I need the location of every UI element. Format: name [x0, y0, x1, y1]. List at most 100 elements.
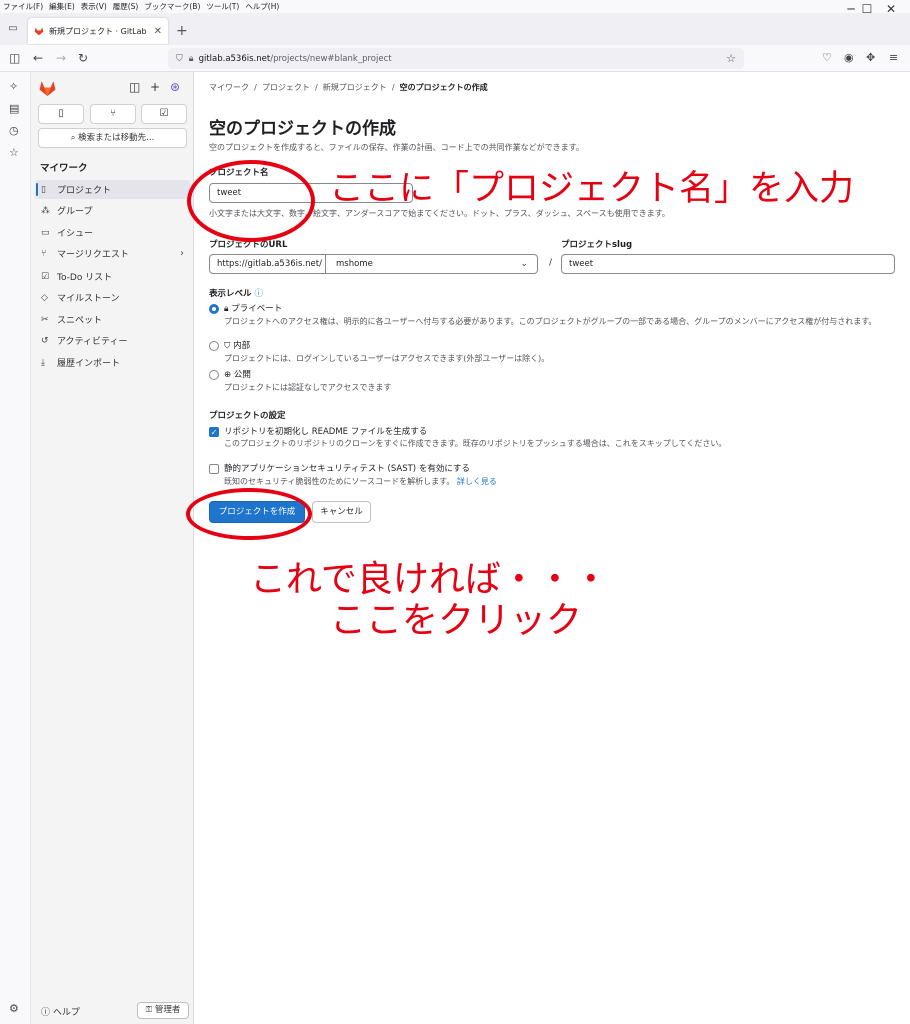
sidebar-item-todos[interactable]: ☑ To-Do リスト: [35, 267, 190, 286]
tab-list-icon[interactable]: ▭: [6, 23, 20, 37]
synced-tabs-icon[interactable]: ▤: [9, 102, 19, 115]
tab-close-icon[interactable]: ✕: [154, 26, 162, 37]
user-avatar[interactable]: ⊛: [170, 80, 180, 94]
sidebar-toggle-icon[interactable]: ◫: [9, 51, 20, 65]
sidebar-item-label: マイルストーン: [57, 294, 120, 304]
admin-button[interactable]: ⚿ 管理者: [137, 1002, 189, 1019]
visibility-private-radio[interactable]: [209, 304, 219, 314]
url-bar[interactable]: ⛉ 🔒︎ gitlab.a536is.net/projects/new#blan…: [168, 48, 744, 69]
menu-edit[interactable]: 編集(E): [46, 1, 78, 12]
create-new-icon[interactable]: +: [150, 80, 160, 94]
group-icon: ⁂: [41, 205, 50, 216]
sast-checkbox[interactable]: [209, 464, 219, 474]
annotation-bottom-line2: ここをクリック: [330, 600, 583, 641]
breadcrumb-item[interactable]: 新規プロジェクト: [323, 83, 387, 92]
menu-bookmarks[interactable]: ブックマーク(B): [141, 1, 203, 12]
activity-icon: ↺: [41, 335, 49, 346]
forward-icon[interactable]: →: [56, 51, 66, 65]
history-icon[interactable]: ◷: [9, 124, 19, 137]
sidebar-item-merge-requests[interactable]: ⑂ マージリクエスト ›: [35, 244, 190, 263]
browser-sidebar: ✧ ▤ ◷ ☆ ⚙: [0, 72, 31, 1024]
admin-key-icon: ⚿: [145, 1005, 153, 1015]
help-circle-icon[interactable]: ⓘ: [254, 289, 263, 299]
gitlab-logo-icon[interactable]: [39, 80, 56, 96]
menu-file[interactable]: ファイル(F): [0, 1, 46, 12]
new-tab-icon[interactable]: +: [176, 23, 188, 39]
browser-tab[interactable]: 新規プロジェクト · GitLab ✕: [28, 18, 168, 44]
help-button[interactable]: ⓘ ヘルプ: [41, 1005, 80, 1018]
breadcrumb-item[interactable]: プロジェクト: [262, 83, 310, 92]
sidebar-item-activity[interactable]: ↺ アクティビティー: [35, 331, 190, 350]
sidebar-item-label: イシュー: [57, 229, 94, 239]
learn-more-link[interactable]: 詳しく見る: [457, 477, 497, 486]
menu-tools[interactable]: ツール(T): [203, 1, 242, 12]
menu-history[interactable]: 履歴(S): [110, 1, 142, 12]
milestone-icon: ◇: [41, 292, 48, 303]
annotation-top: ここに「プロジェクト名」を入力: [329, 169, 855, 209]
import-icon: ⤓: [41, 357, 45, 368]
namespace-select[interactable]: mshome ⌄: [326, 254, 538, 274]
collapse-sidebar-icon[interactable]: ◫: [129, 80, 140, 94]
reload-icon[interactable]: ↻: [78, 51, 88, 65]
breadcrumb: マイワーク / プロジェクト / 新規プロジェクト / 空のプロジェクトの作成: [209, 83, 488, 92]
menu-help[interactable]: ヘルプ(H): [242, 1, 282, 12]
readme-checkbox[interactable]: ✓: [209, 427, 219, 437]
search-icon: ⌕: [70, 133, 76, 143]
merge-requests-shortcut-button[interactable]: ⑂: [90, 104, 136, 124]
sidebar-item-issues[interactable]: ▭ イシュー: [35, 223, 190, 242]
sidebar-item-milestones[interactable]: ◇ マイルストーン: [35, 288, 190, 307]
search-button[interactable]: ⌕ 検索または移動先...: [38, 128, 187, 148]
gitlab-sidebar: ◫ + ⊛ ▯ ⑂ ☑ ⌕ 検索または移動先... マイワーク ▯ プロジェクト…: [31, 72, 194, 1024]
tab-title: 新規プロジェクト · GitLab: [49, 26, 147, 36]
lock-icon: 🔒︎: [224, 304, 229, 314]
sidebar-item-projects[interactable]: ▯ プロジェクト: [35, 180, 190, 199]
breadcrumb-item[interactable]: マイワーク: [209, 83, 249, 92]
search-label: 検索または移動先...: [78, 133, 155, 143]
cancel-button[interactable]: キャンセル: [312, 501, 371, 523]
visibility-label: 表示レベル ⓘ: [209, 287, 263, 299]
readme-title: リポジトリを初期化し README ファイルを生成する: [224, 427, 428, 437]
readme-desc: このプロジェクトのリポジトリのクローンをすぐに作成できます。既存のリポジトリをプ…: [224, 439, 727, 448]
sidebar-item-label: マージリクエスト: [57, 250, 129, 260]
sidebar-item-label: 履歴インポート: [57, 359, 121, 369]
annotation-ellipse-create-button: [186, 488, 312, 540]
tracking-shield-icon[interactable]: ⛉: [176, 54, 183, 64]
breadcrumb-current: 空のプロジェクトの作成: [399, 83, 488, 92]
visibility-public-radio[interactable]: [209, 370, 219, 380]
sidebar-item-label: スニペット: [57, 316, 103, 326]
sidebar-item-groups[interactable]: ⁂ グループ: [35, 201, 190, 220]
sast-desc: 既知のセキュリティ脆弱性のためにソースコードを解析します。 詳しく見る: [224, 476, 497, 487]
menu-icon[interactable]: ≡: [889, 51, 898, 64]
issues-shortcut-button[interactable]: ▯: [38, 104, 84, 124]
ai-chat-icon[interactable]: ✧: [9, 80, 18, 93]
namespace-value: mshome: [336, 259, 373, 269]
nav-bar: ◫ ← → ↻ ⛉ 🔒︎ gitlab.a536is.net/projects/…: [0, 45, 910, 72]
sast-desc-text: 既知のセキュリティ脆弱性のためにソースコードを解析します。: [224, 477, 455, 486]
bookmarks-icon[interactable]: ☆: [9, 146, 19, 159]
extensions-icon[interactable]: ✥: [866, 51, 875, 64]
gitlab-favicon-icon: [34, 27, 44, 36]
shield-icon: ⛉: [224, 341, 231, 351]
visibility-private-desc: プロジェクトへのアクセス権は、明示的に各ユーザーへ付与する必要があります。このプ…: [224, 317, 877, 326]
back-icon[interactable]: ←: [33, 51, 43, 65]
visibility-public-title: ⊕ 公開: [224, 368, 251, 380]
visibility-private-title: 🔒︎ プライベート: [224, 302, 282, 314]
sidebar-item-snippets[interactable]: ✂ スニペット: [35, 310, 190, 329]
todo-icon: ☑: [41, 271, 50, 282]
lock-icon[interactable]: 🔒︎: [189, 54, 194, 64]
bookmark-star-icon[interactable]: ☆: [726, 52, 736, 65]
chevron-right-icon: ›: [180, 248, 184, 259]
visibility-label-text: 表示レベル: [209, 289, 252, 299]
sidebar-item-import-history[interactable]: ⤓ 履歴インポート: [35, 353, 190, 372]
settings-gear-icon[interactable]: ⚙: [9, 1002, 19, 1015]
account-icon[interactable]: ◉: [844, 51, 854, 64]
annotation-ellipse-project-name: [187, 160, 315, 242]
help-icon: ⓘ: [41, 1008, 51, 1018]
globe-icon: ⊕: [224, 370, 232, 380]
menu-view[interactable]: 表示(V): [78, 1, 110, 12]
pocket-icon[interactable]: ♡: [822, 51, 832, 64]
project-slug-input[interactable]: tweet: [561, 254, 895, 274]
visibility-internal-radio[interactable]: [209, 341, 219, 351]
todos-shortcut-button[interactable]: ☑: [141, 104, 187, 124]
menu-bar: ファイル(F) 編集(E) 表示(V) 履歴(S) ブックマーク(B) ツール(…: [0, 0, 910, 13]
